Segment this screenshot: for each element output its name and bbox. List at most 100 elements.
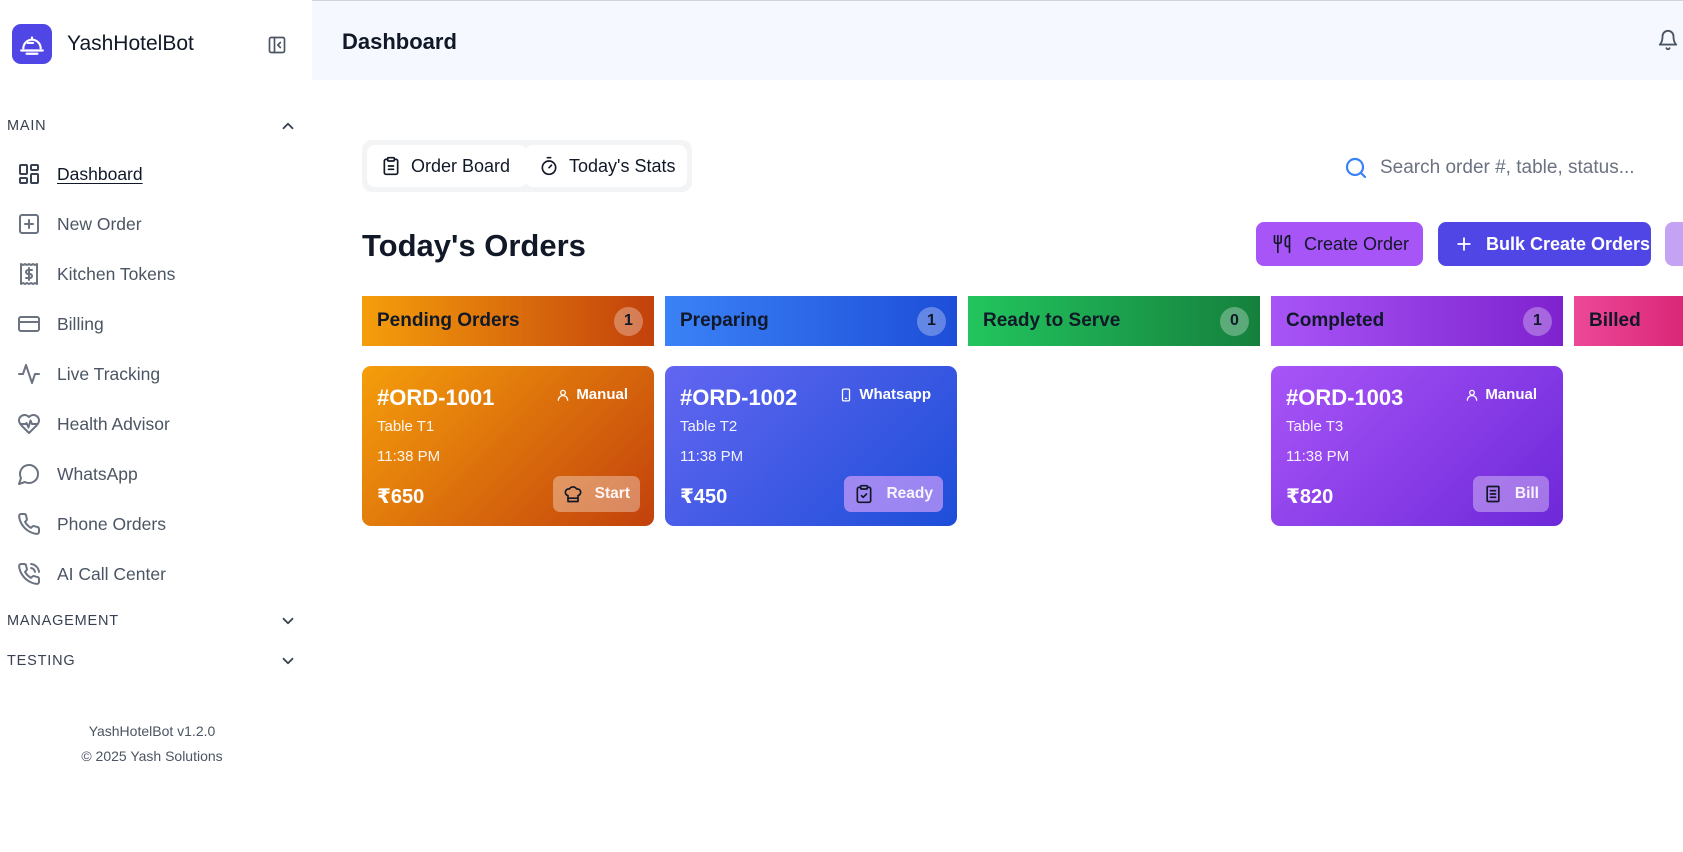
section-management-toggle[interactable]: MANAGEMENT: [7, 609, 297, 633]
copyright: © 2025 Yash Solutions: [81, 748, 223, 764]
order-table: Table T2: [680, 418, 738, 435]
order-card-1003[interactable]: #ORD-1003 Manual Table T3 11:38 PM ₹820 …: [1271, 366, 1563, 526]
sidebar-item-label: WhatsApp: [57, 463, 138, 484]
brand[interactable]: YashHotelBot: [12, 23, 194, 65]
app-version: YashHotelBot v1.2.0: [88, 723, 216, 739]
plus-icon: [1457, 237, 1471, 251]
order-source-label: Manual: [576, 386, 628, 403]
order-amount: ₹650: [377, 486, 425, 508]
search-box: [1344, 150, 1683, 186]
column-count-badge: 1: [614, 306, 643, 336]
order-card-1001[interactable]: #ORD-1001 Manual Table T1 11:38 PM ₹650 …: [362, 366, 654, 526]
sidebar-item-ai-call-center[interactable]: AI Call Center: [14, 554, 294, 594]
sidebar-item-whatsapp[interactable]: WhatsApp: [14, 454, 294, 494]
timer-icon: [541, 156, 557, 176]
order-id: #ORD-1002: [680, 385, 798, 410]
column-count-badge: 0: [1220, 306, 1249, 336]
order-id: #ORD-1001: [377, 385, 495, 410]
sidebar-item-phone-orders[interactable]: Phone Orders: [14, 504, 294, 544]
more-action-button[interactable]: [1665, 222, 1683, 266]
chevron-up-icon: [282, 122, 294, 130]
column-title: Preparing: [680, 310, 769, 331]
file-text-icon: [1486, 485, 1500, 503]
create-order-label: Create Order: [1304, 233, 1410, 254]
start-button[interactable]: Start: [552, 476, 640, 512]
order-time: 11:38 PM: [1286, 448, 1350, 465]
section-label-testing: TESTING: [7, 653, 76, 669]
utensils-icon: [1273, 234, 1291, 254]
sidebar-item-label: Live Tracking: [57, 363, 161, 384]
bell-icon[interactable]: [1657, 29, 1681, 53]
sidebar-item-label: Kitchen Tokens: [57, 263, 176, 284]
sidebar-item-label: Dashboard: [57, 163, 143, 184]
sidebar-item-label: Health Advisor: [57, 413, 170, 434]
order-amount: ₹820: [1286, 486, 1334, 508]
search-input[interactable]: [1380, 157, 1670, 179]
chevron-down-icon: [282, 657, 294, 665]
sidebar-item-label: AI Call Center: [57, 563, 166, 584]
dashboard-grid-icon: [14, 159, 44, 189]
order-time: 11:38 PM: [377, 448, 441, 465]
plus-square-icon: [14, 209, 44, 239]
sidebar-collapse-icon[interactable]: [264, 32, 290, 58]
column-count-badge: 1: [1523, 306, 1552, 336]
section-label-management: MANAGEMENT: [7, 613, 119, 629]
order-source: Manual: [1465, 386, 1537, 403]
tab-label: Order Board: [411, 155, 511, 176]
receipt-dollar-icon: [14, 259, 44, 289]
section-label-main: MAIN: [7, 118, 47, 134]
ready-button[interactable]: Ready: [844, 476, 943, 512]
column-header-preparing: Preparing 1: [665, 296, 957, 346]
order-id: #ORD-1003: [1286, 385, 1404, 410]
sidebar-item-live-tracking[interactable]: Live Tracking: [14, 354, 294, 394]
phone-icon: [14, 509, 44, 539]
tab-label: Today's Stats: [569, 155, 676, 176]
sidebar-item-label: Billing: [57, 313, 104, 334]
app-name: YashHotelBot: [67, 32, 194, 55]
order-table: Table T3: [1286, 418, 1344, 435]
message-circle-icon: [14, 459, 44, 489]
column-header-ready: Ready to Serve 0: [968, 296, 1260, 346]
ready-label: Ready: [886, 485, 933, 502]
tab-order-board[interactable]: Order Board: [367, 145, 527, 187]
smartphone-icon: [842, 388, 851, 401]
order-source-label: Manual: [1485, 386, 1537, 403]
order-card-1002[interactable]: #ORD-1002 Whatsapp Table T2 11:38 PM ₹45…: [665, 366, 957, 526]
order-source: Whatsapp: [839, 386, 931, 403]
sidebar-item-health-advisor[interactable]: Health Advisor: [14, 404, 294, 444]
page-title: Today's Orders: [362, 228, 586, 263]
heart-pulse-icon: [14, 409, 44, 439]
sidebar-item-new-order[interactable]: New Order: [14, 204, 294, 244]
column-count-badge: 1: [917, 306, 946, 336]
column-header-completed: Completed 1: [1271, 296, 1563, 346]
search-icon: [1345, 157, 1367, 179]
user-icon: [558, 389, 569, 401]
sidebar-item-label: New Order: [57, 213, 142, 234]
bulk-create-orders-button[interactable]: Bulk Create Orders: [1438, 222, 1651, 266]
bulk-create-label: Bulk Create Orders: [1486, 233, 1651, 254]
clipboard-icon: [383, 156, 399, 176]
order-source-label: Whatsapp: [859, 386, 931, 403]
sidebar-item-kitchen-tokens[interactable]: Kitchen Tokens: [14, 254, 294, 294]
create-order-button[interactable]: Create Order: [1256, 222, 1423, 266]
sidebar-item-dashboard[interactable]: Dashboard: [14, 154, 294, 194]
order-table: Table T1: [377, 418, 435, 435]
activity-icon: [14, 359, 44, 389]
column-header-pending: Pending Orders 1: [362, 296, 654, 346]
cloche-logo-icon: [12, 24, 52, 64]
credit-card-icon: [14, 309, 44, 339]
tab-todays-stats[interactable]: Today's Stats: [525, 145, 687, 187]
sidebar-item-billing[interactable]: Billing: [14, 304, 294, 344]
column-title: Pending Orders: [377, 310, 520, 331]
sidebar-item-label: Phone Orders: [57, 513, 166, 534]
chevron-down-icon: [282, 617, 294, 625]
clipboard-check-icon: [856, 484, 872, 504]
bill-button[interactable]: Bill: [1472, 476, 1549, 512]
user-icon: [1467, 389, 1478, 401]
order-source: Manual: [556, 386, 628, 403]
start-label: Start: [594, 485, 630, 502]
section-testing-toggle[interactable]: TESTING: [7, 649, 297, 673]
page-header-title: Dashboard: [342, 29, 457, 54]
column-title: Completed: [1286, 310, 1385, 331]
section-main-toggle[interactable]: MAIN: [7, 114, 297, 138]
